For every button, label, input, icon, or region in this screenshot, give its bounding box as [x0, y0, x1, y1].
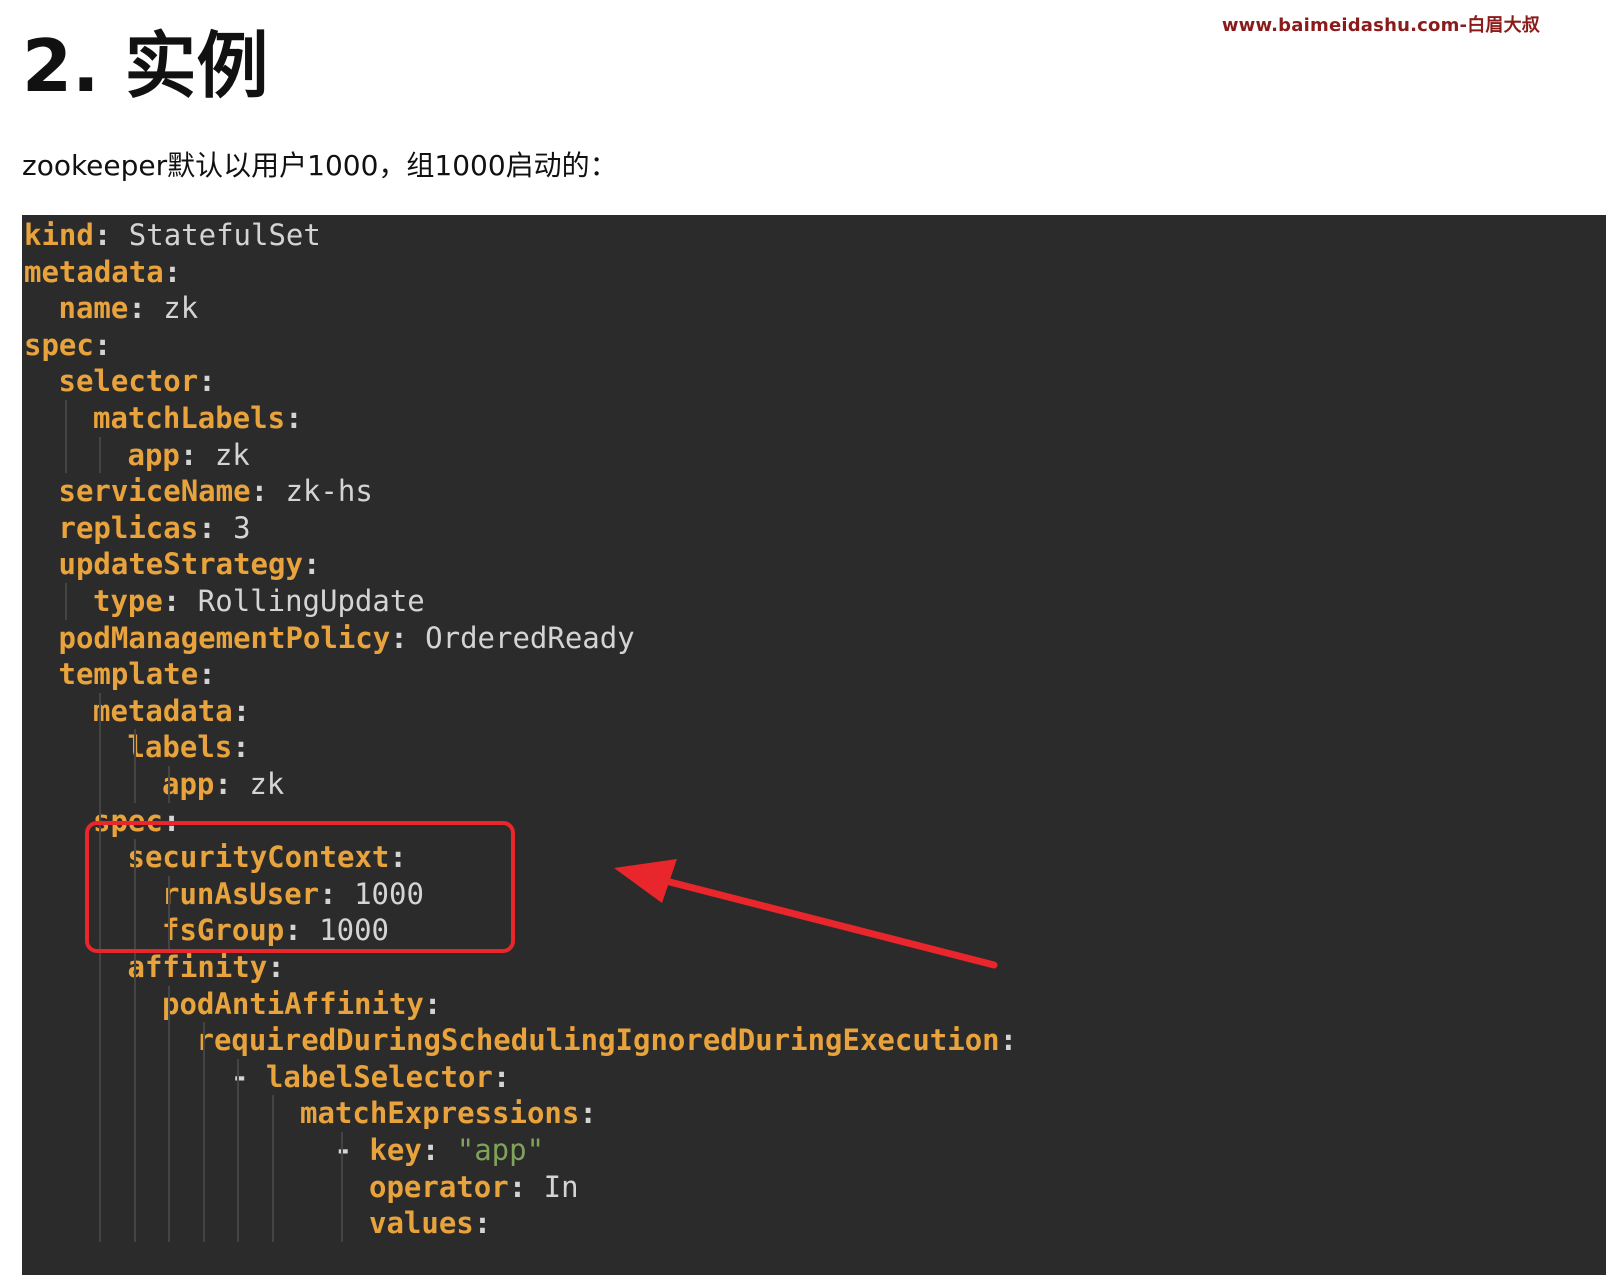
site-watermark: www.baimeidashu.com-白眉大叔 [1221, 15, 1540, 36]
code-screenshot: kind: StatefulSet metadata: name: zk spec: s… [22, 215, 1606, 1275]
pointer-arrow-icon [614, 859, 998, 969]
section-heading: 2. 实例 [22, 24, 269, 108]
intro-text: zookeeper默认以用户1000，组1000启动的： [22, 149, 618, 182]
